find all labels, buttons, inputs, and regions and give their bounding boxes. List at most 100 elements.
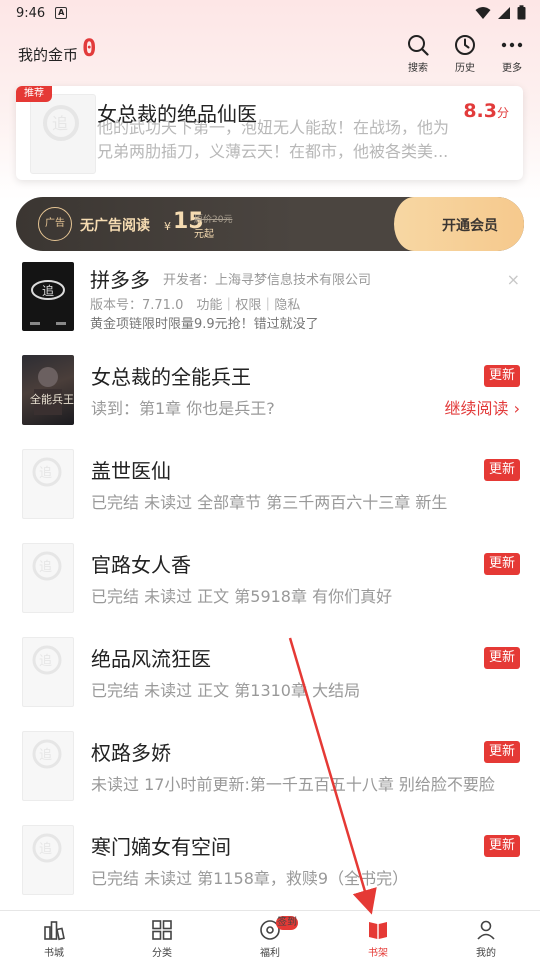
svg-text:追: 追 (39, 653, 52, 669)
book-status: 未读过 17小时前更新:第一千五百五十八章 别给脸不要脸 (91, 775, 495, 794)
svg-text:追: 追 (39, 841, 52, 857)
book-status: 已完结 未读过 正文 第1310章 大结局 (91, 681, 361, 700)
bookshelf-icon (369, 922, 387, 939)
ad-item[interactable]: 追 拼多多 开发者：上海寻梦信息技术有限公司 版本号：7.71.0 功能｜权限｜… (0, 258, 540, 336)
vip-from: 元起 (194, 229, 214, 240)
svg-text:追: 追 (39, 465, 52, 481)
ad-title: 拼多多 (90, 268, 150, 292)
placeholder-logo-icon: 追 (32, 551, 62, 581)
recommend-badge: 推荐 (16, 86, 52, 102)
book-title: 盖世医仙 (91, 459, 171, 483)
placeholder-logo-icon: 追 (32, 645, 62, 675)
app-header: 我的金币 0 搜索 历史 更多 (0, 30, 540, 76)
recommend-card[interactable]: 追 推荐 他的武功天下第一，泡妞无人能敌！在战场，他为 兄弟两肋插刀，义薄云天！… (16, 86, 523, 180)
coins-label: 我的金币 (18, 46, 79, 64)
ad-promo: 黄金项链限时限量9.9元抢！错过就没了 (90, 317, 319, 332)
status-time: 9:46 (16, 5, 46, 21)
book-progress: 读到：第1章 你也是兵王? (91, 399, 275, 418)
book-cover: 追 (22, 449, 74, 519)
book-title: 绝品风流狂医 (91, 647, 211, 671)
placeholder-logo-icon: 追 (32, 833, 62, 863)
nav-label: 书城 (44, 948, 64, 959)
nav-category[interactable]: 分类 (132, 919, 192, 959)
nav-bookstore[interactable]: 书城 (24, 919, 84, 959)
book-item[interactable]: 追 权路多娇 未读过 17小时前更新:第一千五百五十八章 别给脸不要脸 更新 (0, 731, 540, 825)
no-ad-icon: 广告 (38, 207, 72, 241)
svg-text:追: 追 (39, 747, 52, 763)
open-vip-button[interactable]: 开通会员 (442, 215, 498, 235)
continue-reading-link[interactable]: 继续阅读 › (445, 395, 521, 419)
history-label: 历史 (455, 63, 475, 74)
history-button[interactable]: 历史 (445, 34, 485, 74)
book-status: 已完结 未读过 第1158章，救赎9（全书完） (91, 869, 409, 888)
book-item[interactable]: 追 绝品风流狂医 已完结 未读过 正文 第1310章 大结局 更新 (0, 637, 540, 731)
placeholder-logo-icon: 追 (43, 105, 79, 141)
signal-icon (498, 6, 510, 19)
nav-label: 分类 (152, 948, 172, 959)
battery-icon (517, 5, 526, 20)
status-bar: 9:46 A (0, 0, 540, 26)
clock-icon (455, 35, 475, 55)
update-badge: 更新 (484, 459, 520, 481)
update-badge: 更新 (484, 647, 520, 669)
vip-banner[interactable]: 广告 无广告阅读 ¥ 15 原价20元 元起 开通会员 (16, 197, 524, 251)
placeholder-logo-icon: 追 (32, 457, 62, 487)
book-cover: 全能兵王 (22, 355, 74, 425)
book-item[interactable]: 追 寒门嫡女有空间 已完结 未读过 第1158章，救赎9（全书完） 更新 (0, 825, 540, 919)
sign-in-badge[interactable]: 签到 (276, 916, 298, 930)
svg-text:追: 追 (42, 283, 54, 298)
book-title: 权路多娇 (91, 741, 171, 765)
nav-bookshelf[interactable]: 书架 (348, 919, 408, 959)
book-cover: 追 (22, 543, 74, 613)
bookstore-icon (44, 921, 65, 941)
pinduoduo-logo-icon: 追 (30, 280, 66, 325)
update-badge: 更新 (484, 365, 520, 387)
vip-original-price: 原价20元 (194, 215, 233, 225)
nav-profile[interactable]: 我的 (456, 919, 516, 959)
vip-currency: ¥ (164, 220, 171, 233)
nav-welfare[interactable]: 签到 福利 (240, 916, 300, 959)
update-badge: 更新 (484, 553, 520, 575)
bottom-nav: 书城 分类 签到 福利 书架 我的 (0, 910, 540, 960)
wifi-icon (475, 6, 491, 19)
profile-icon (477, 920, 495, 940)
vip-text: 无广告阅读 (80, 218, 150, 234)
score-value: 8.3 (463, 100, 497, 122)
book-item[interactable]: 追 官路女人香 已完结 未读过 正文 第5918章 有你们真好 更新 (0, 543, 540, 637)
placeholder-logo-icon: 追 (32, 739, 62, 769)
recommend-desc-line2: 兄弟两肋插刀，义薄云天！在都市，他被各类美... (97, 142, 449, 161)
svg-text:全能兵王: 全能兵王 (30, 392, 74, 406)
svg-text:追: 追 (52, 114, 68, 133)
book-title: 官路女人香 (91, 553, 191, 577)
update-badge: 更新 (484, 835, 520, 857)
more-button[interactable]: 更多 (492, 34, 532, 74)
recommend-title: 女总裁的绝品仙医 (97, 102, 257, 126)
ad-developer: 开发者：上海寻梦信息技术有限公司 (163, 273, 372, 288)
ad-meta[interactable]: 版本号：7.71.0 功能｜权限｜隐私 (90, 294, 300, 313)
category-icon (152, 920, 172, 940)
ad-app-icon: 追 (22, 262, 74, 331)
status-icons (475, 5, 526, 20)
book-cover: 追 (22, 825, 74, 895)
book-status: 已完结 未读过 全部章节 第三千两百六十三章 新生 (91, 493, 448, 512)
notification-app-icon: A (55, 7, 68, 19)
more-label: 更多 (502, 63, 522, 74)
nav-label: 书架 (368, 948, 388, 959)
update-badge: 更新 (484, 741, 520, 763)
book-cover: 追 (22, 731, 74, 801)
book-cover: 追 (22, 637, 74, 707)
book-title: 女总裁的全能兵王 (91, 365, 251, 389)
ad-close-button[interactable]: × (507, 270, 520, 289)
book-item[interactable]: 追 盖世医仙 已完结 未读过 全部章节 第三千两百六十三章 新生 更新 (0, 449, 540, 543)
recommend-score: 8.3分 (463, 100, 509, 122)
search-button[interactable]: 搜索 (398, 34, 438, 74)
book-status: 已完结 未读过 正文 第5918章 有你们真好 (91, 587, 393, 606)
search-label: 搜索 (408, 63, 428, 74)
nav-label: 我的 (476, 948, 496, 959)
score-unit: 分 (496, 106, 509, 120)
book-cover-art: 全能兵王 (30, 367, 74, 415)
coins-value[interactable]: 0 (82, 34, 96, 62)
book-item[interactable]: 全能兵王 女总裁的全能兵王 读到：第1章 你也是兵王? 更新 继续阅读 › (0, 355, 540, 449)
more-icon (501, 42, 523, 48)
search-icon (408, 35, 429, 56)
